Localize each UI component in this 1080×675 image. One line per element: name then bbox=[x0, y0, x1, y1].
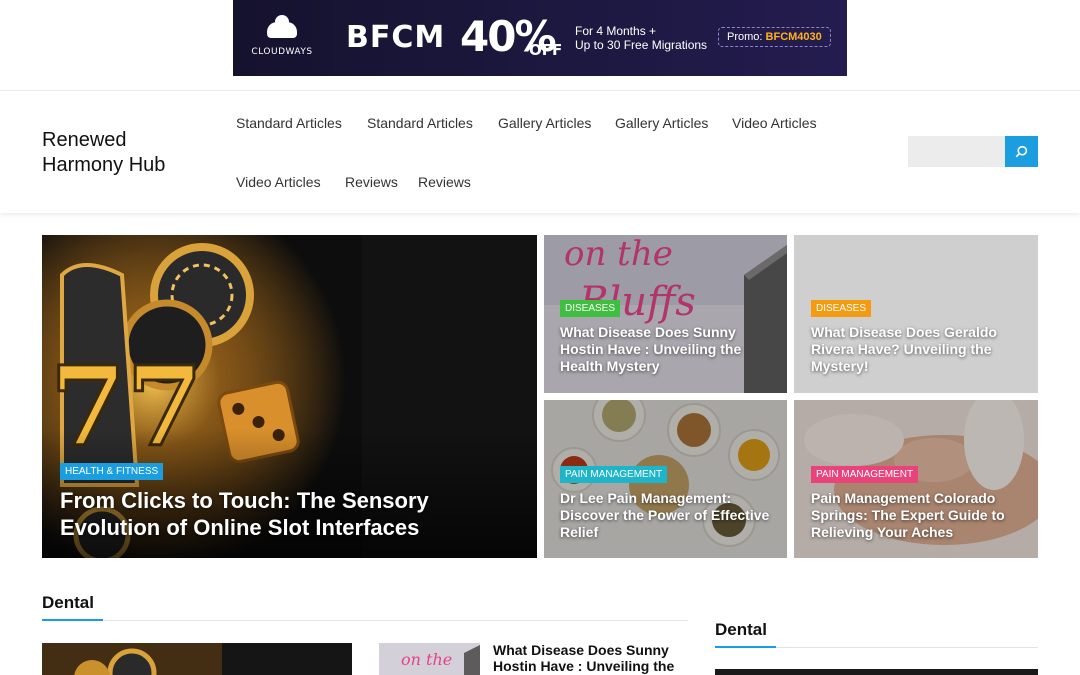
section-heading: Dental bbox=[42, 593, 94, 612]
category-badge[interactable]: DISEASES bbox=[560, 300, 621, 317]
hero-tile-title[interactable]: Pain Management Colorado Springs: The Ex… bbox=[811, 490, 1026, 541]
hero-featured-post[interactable]: 77 HEALTH & FITNESS From Clicks to Touch… bbox=[42, 235, 537, 558]
category-badge[interactable]: PAIN MANAGEMENT bbox=[560, 466, 668, 483]
ad-promo-code: BFCM4030 bbox=[765, 31, 822, 43]
category-badge[interactable]: PAIN MANAGEMENT bbox=[811, 466, 919, 483]
post-thumbnail[interactable] bbox=[42, 643, 352, 675]
hero-tile[interactable]: PAIN MANAGEMENT Pain Management Colorado… bbox=[794, 400, 1038, 558]
ad-offer-line2: Up to 30 Free Migrations bbox=[575, 38, 708, 52]
site-title[interactable]: Renewed Harmony Hub bbox=[42, 128, 192, 178]
hero-tile[interactable]: on the Bluffs DISEASES What Disease Does… bbox=[544, 235, 787, 393]
ad-promo-label: Promo: bbox=[727, 31, 763, 43]
nav-item-standard-articles[interactable]: Standard Articles bbox=[367, 115, 473, 131]
sidebar-heading-underline bbox=[715, 646, 776, 648]
hero-featured-title[interactable]: From Clicks to Touch: The Sensory Evolut… bbox=[60, 487, 480, 541]
nav-item-video-articles[interactable]: Video Articles bbox=[236, 174, 321, 190]
slot-machine-thumbnail bbox=[42, 643, 352, 675]
hero-tile[interactable]: DISEASES What Disease Does Geraldo River… bbox=[794, 235, 1038, 393]
category-badge[interactable]: DISEASES bbox=[811, 300, 872, 317]
ad-event: BFCM bbox=[346, 20, 446, 55]
search-input[interactable] bbox=[908, 136, 1005, 167]
post-thumbnail[interactable]: on the bbox=[379, 643, 480, 675]
nav-item-gallery-articles[interactable]: Gallery Articles bbox=[615, 115, 708, 131]
svg-text:on the: on the bbox=[401, 650, 452, 669]
ad-offer: For 4 Months + Up to 30 Free Migrations bbox=[575, 24, 707, 52]
cloud-icon bbox=[267, 15, 297, 38]
hero-tile-title[interactable]: What Disease Does Geraldo Rivera Have? U… bbox=[811, 324, 1026, 375]
ad-promo: Promo: BFCM4030 bbox=[718, 27, 831, 47]
nav-item-reviews[interactable]: Reviews bbox=[345, 174, 398, 190]
hero-tile-title[interactable]: What Disease Does Sunny Hostin Have : Un… bbox=[560, 324, 775, 375]
search-button[interactable] bbox=[1005, 136, 1038, 167]
sidebar-heading: Dental bbox=[715, 620, 767, 639]
ad-banner[interactable]: CLOUDWAYS BFCM 40% OFF For 4 Months + Up… bbox=[233, 0, 847, 76]
sidebar-post-thumbnail[interactable] bbox=[715, 669, 1038, 675]
hero-tile-title[interactable]: Dr Lee Pain Management: Discover the Pow… bbox=[560, 490, 775, 541]
post-title[interactable]: What Disease Does Sunny Hostin Have : Un… bbox=[493, 642, 683, 674]
section-heading-underline bbox=[42, 619, 103, 621]
nav-item-gallery-articles[interactable]: Gallery Articles bbox=[498, 115, 591, 131]
nav-item-video-articles[interactable]: Video Articles bbox=[732, 115, 817, 131]
ad-discount-suffix: OFF bbox=[529, 41, 563, 59]
section-divider bbox=[42, 620, 688, 621]
ad-banner-area: CLOUDWAYS BFCM 40% OFF For 4 Months + Up… bbox=[0, 0, 1080, 90]
search-icon bbox=[1015, 145, 1028, 158]
ad-offer-line1: For 4 Months + bbox=[575, 24, 657, 38]
site-header: Renewed Harmony Hub Standard Articles St… bbox=[0, 90, 1080, 213]
category-badge[interactable]: HEALTH & FITNESS bbox=[60, 463, 164, 480]
cloudways-logo: CLOUDWAYS bbox=[249, 15, 315, 59]
nav-item-standard-articles[interactable]: Standard Articles bbox=[236, 115, 342, 131]
hero-tile[interactable]: PAIN MANAGEMENT Dr Lee Pain Management: … bbox=[544, 400, 787, 558]
nav-item-reviews[interactable]: Reviews bbox=[418, 174, 471, 190]
book-cover-thumbnail: on the bbox=[379, 643, 480, 675]
ad-brand: CLOUDWAYS bbox=[251, 47, 313, 57]
